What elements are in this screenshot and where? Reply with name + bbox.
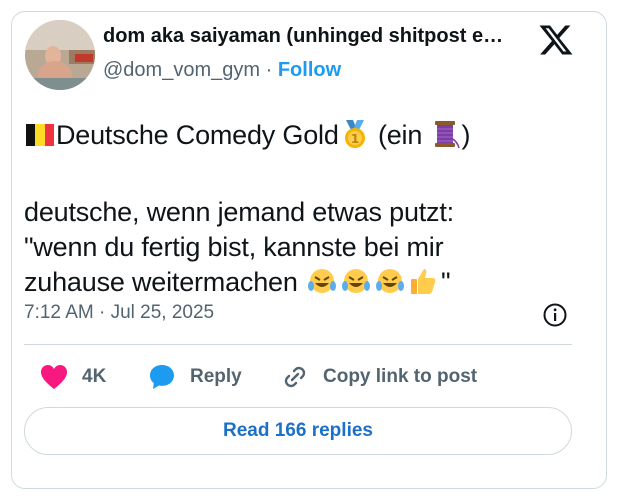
svg-text:1: 1	[351, 132, 359, 146]
post-line-2: deutsche, wenn jemand etwas putzt:	[24, 197, 454, 227]
avatar[interactable]	[25, 20, 95, 90]
post-line-1: Deutsche Comedy Gold 1 (ein )	[24, 119, 470, 151]
link-icon	[284, 366, 306, 388]
post-timestamp[interactable]: 7:12 AM · Jul 25, 2025	[24, 302, 214, 324]
author-handle-row: @dom_vom_gym · Follow	[103, 59, 341, 82]
belgium-flag-icon	[26, 124, 54, 146]
handle-separator: ·	[265, 59, 273, 81]
rofl-icon	[307, 269, 336, 293]
reply-label: Reply	[190, 366, 242, 387]
heart-icon	[41, 365, 67, 389]
reply-bubble-icon	[150, 365, 174, 389]
author-display-name[interactable]: dom aka saiyaman (unhinged shitpost e…	[103, 25, 533, 48]
copy-link-label: Copy link to post	[323, 366, 478, 387]
thread-spool-icon	[435, 121, 461, 149]
reply-button[interactable]: Reply	[148, 360, 242, 394]
thumbs-up-icon	[410, 269, 436, 294]
x-logo-icon[interactable]	[538, 22, 574, 58]
divider	[24, 344, 572, 345]
post-text-segment: zuhause weitermachen	[24, 267, 305, 297]
info-icon[interactable]	[542, 302, 568, 328]
read-replies-label: Read 166 replies	[223, 420, 373, 441]
rofl-icon	[375, 269, 404, 293]
post-text-segment: (ein	[370, 120, 430, 150]
post-text-segment: )	[461, 120, 471, 150]
read-replies-button[interactable]: Read 166 replies	[24, 407, 572, 455]
post-line-4: zuhause weitermachen "	[24, 266, 451, 298]
author-handle[interactable]: @dom_vom_gym	[103, 59, 260, 81]
post-line-3: "wenn du fertig bist, kannste bei mir	[24, 232, 444, 262]
post-text-segment: Deutsche Comedy Gold	[56, 120, 339, 150]
copy-link-button[interactable]: Copy link to post	[281, 360, 477, 394]
like-count: 4K	[82, 366, 107, 387]
post-text-segment: "	[440, 267, 451, 297]
gold-medal-icon: 1	[344, 120, 365, 148]
follow-button[interactable]: Follow	[278, 59, 341, 81]
like-button[interactable]: 4K	[40, 360, 106, 394]
rofl-icon	[341, 269, 370, 293]
action-bar: 4K Reply Copy link to post	[24, 360, 584, 394]
